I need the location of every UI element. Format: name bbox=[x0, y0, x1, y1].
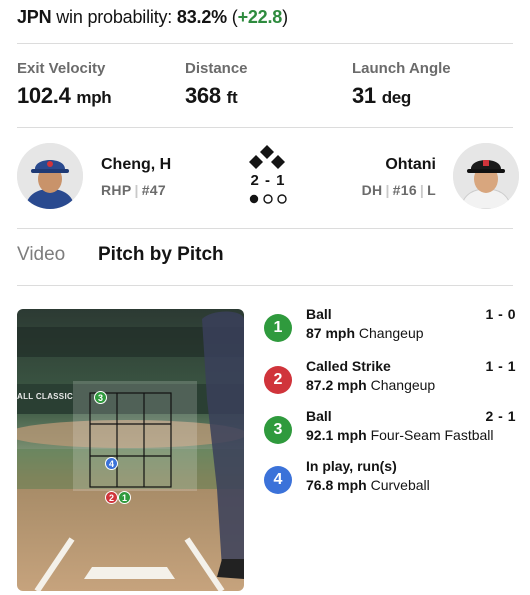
pitch-item[interactable]: 3 Ball 2 - 1 92.1 mph Four-Seam Fastball bbox=[264, 408, 516, 452]
tab-video[interactable]: Video bbox=[17, 244, 65, 266]
win-probability: JPN win probability: 83.2% (+22.8) bbox=[17, 7, 288, 28]
batter-info: DH | #16 | L bbox=[362, 182, 436, 198]
batter-name[interactable]: Ohtani bbox=[385, 156, 436, 174]
separator: | bbox=[134, 182, 139, 198]
stat-label: Launch Angle bbox=[352, 60, 451, 77]
stat-number: 31 bbox=[352, 83, 376, 108]
pitch-type: Changeup bbox=[358, 325, 424, 341]
pitch-item[interactable]: 2 Called Strike 1 - 1 87.2 mph Changeup bbox=[264, 358, 516, 402]
pitch-detail: 87 mph Changeup bbox=[306, 325, 424, 341]
stat-distance: Distance 368 ft bbox=[185, 60, 248, 109]
pitch-detail: 92.1 mph Four-Seam Fastball bbox=[306, 427, 494, 443]
pitch-detail: 87.2 mph Changeup bbox=[306, 377, 435, 393]
pitch-speed: 92.1 mph bbox=[306, 427, 367, 443]
separator: | bbox=[385, 182, 390, 198]
stat-value: 31 deg bbox=[352, 83, 451, 109]
pitch-number-badge: 1 bbox=[264, 314, 292, 342]
strike-zone-view[interactable]: ALL CLASSIC 1234 bbox=[17, 309, 244, 591]
pitch-detail: 76.8 mph Curveball bbox=[306, 477, 430, 493]
stat-unit: deg bbox=[381, 88, 412, 107]
bases-diamond-icon bbox=[249, 145, 285, 169]
stat-label: Distance bbox=[185, 60, 248, 77]
stat-number: 368 bbox=[185, 83, 221, 108]
separator: | bbox=[419, 182, 425, 198]
stat-label: Exit Velocity bbox=[17, 60, 106, 77]
win-probability-close-paren: ) bbox=[282, 7, 288, 27]
stat-value: 368 ft bbox=[185, 83, 248, 109]
divider bbox=[17, 43, 513, 44]
pitch-type: Curveball bbox=[370, 477, 430, 493]
ball-strike-count: 2 - 1 bbox=[250, 172, 286, 189]
pitch-marker[interactable]: 4 bbox=[105, 457, 118, 470]
pitch-result: Ball bbox=[306, 306, 332, 322]
divider bbox=[17, 228, 513, 229]
pitch-result: In play, run(s) bbox=[306, 458, 397, 474]
pitch-marker[interactable]: 1 bbox=[118, 491, 131, 504]
stat-unit: mph bbox=[76, 88, 112, 107]
stat-launch-angle: Launch Angle 31 deg bbox=[352, 60, 451, 109]
batter-bats: L bbox=[427, 182, 436, 198]
pitch-speed: 87.2 mph bbox=[306, 377, 367, 393]
stat-exit-velocity: Exit Velocity 102.4 mph bbox=[17, 60, 112, 109]
pitch-number-badge: 3 bbox=[264, 416, 292, 444]
pitcher-info: RHP | #47 bbox=[101, 182, 166, 198]
pitcher-number: #47 bbox=[141, 182, 166, 198]
pitch-type: Four-Seam Fastball bbox=[370, 427, 494, 443]
pitch-result: Called Strike bbox=[306, 358, 391, 374]
pitch-marker[interactable]: 3 bbox=[94, 391, 107, 404]
batter-position: DH bbox=[361, 182, 383, 198]
matchup: Cheng, H RHP | #47 2 - 1 Ohtani DH | #16 | L bbox=[17, 140, 519, 214]
batter-headshot bbox=[453, 143, 519, 209]
pitch-result: Ball bbox=[306, 408, 332, 424]
pitch-count: 2 - 1 bbox=[485, 408, 516, 424]
stat-number: 102.4 bbox=[17, 83, 71, 108]
pitch-speed: 87 mph bbox=[306, 325, 356, 341]
strike-zone-overlay bbox=[73, 381, 197, 491]
pitch-item[interactable]: 4 In play, run(s) 76.8 mph Curveball bbox=[264, 458, 516, 502]
batter-avatar[interactable] bbox=[453, 143, 519, 209]
stat-value: 102.4 mph bbox=[17, 83, 112, 109]
stat-unit: ft bbox=[226, 88, 238, 107]
pitch-marker[interactable]: 2 bbox=[105, 491, 118, 504]
pitch-number-badge: 2 bbox=[264, 366, 292, 394]
win-probability-team: JPN bbox=[17, 7, 52, 27]
win-probability-label: win probability: bbox=[56, 7, 173, 27]
hit-stats: Exit Velocity 102.4 mph Distance 368 ft … bbox=[17, 60, 517, 110]
pitcher-name[interactable]: Cheng, H bbox=[101, 156, 171, 174]
pitcher-avatar[interactable] bbox=[17, 143, 83, 209]
divider bbox=[17, 127, 513, 128]
pitch-count: 1 - 1 bbox=[485, 358, 516, 374]
pitch-number-badge: 4 bbox=[264, 466, 292, 494]
batter-number: #16 bbox=[392, 182, 417, 198]
outs-indicator-icon bbox=[249, 194, 287, 204]
pitch-speed: 76.8 mph bbox=[306, 477, 367, 493]
pitcher-position: RHP bbox=[101, 182, 132, 198]
pitch-item[interactable]: 1 Ball 1 - 0 87 mph Changeup bbox=[264, 306, 516, 350]
win-probability-value: 83.2% bbox=[176, 7, 227, 27]
pitch-count: 1 - 0 bbox=[485, 306, 516, 322]
pitcher-headshot bbox=[17, 143, 83, 209]
divider bbox=[17, 285, 513, 286]
pitch-type: Changeup bbox=[370, 377, 436, 393]
tab-pitch-by-pitch[interactable]: Pitch by Pitch bbox=[98, 244, 224, 266]
win-probability-delta: +22.8 bbox=[237, 7, 283, 27]
